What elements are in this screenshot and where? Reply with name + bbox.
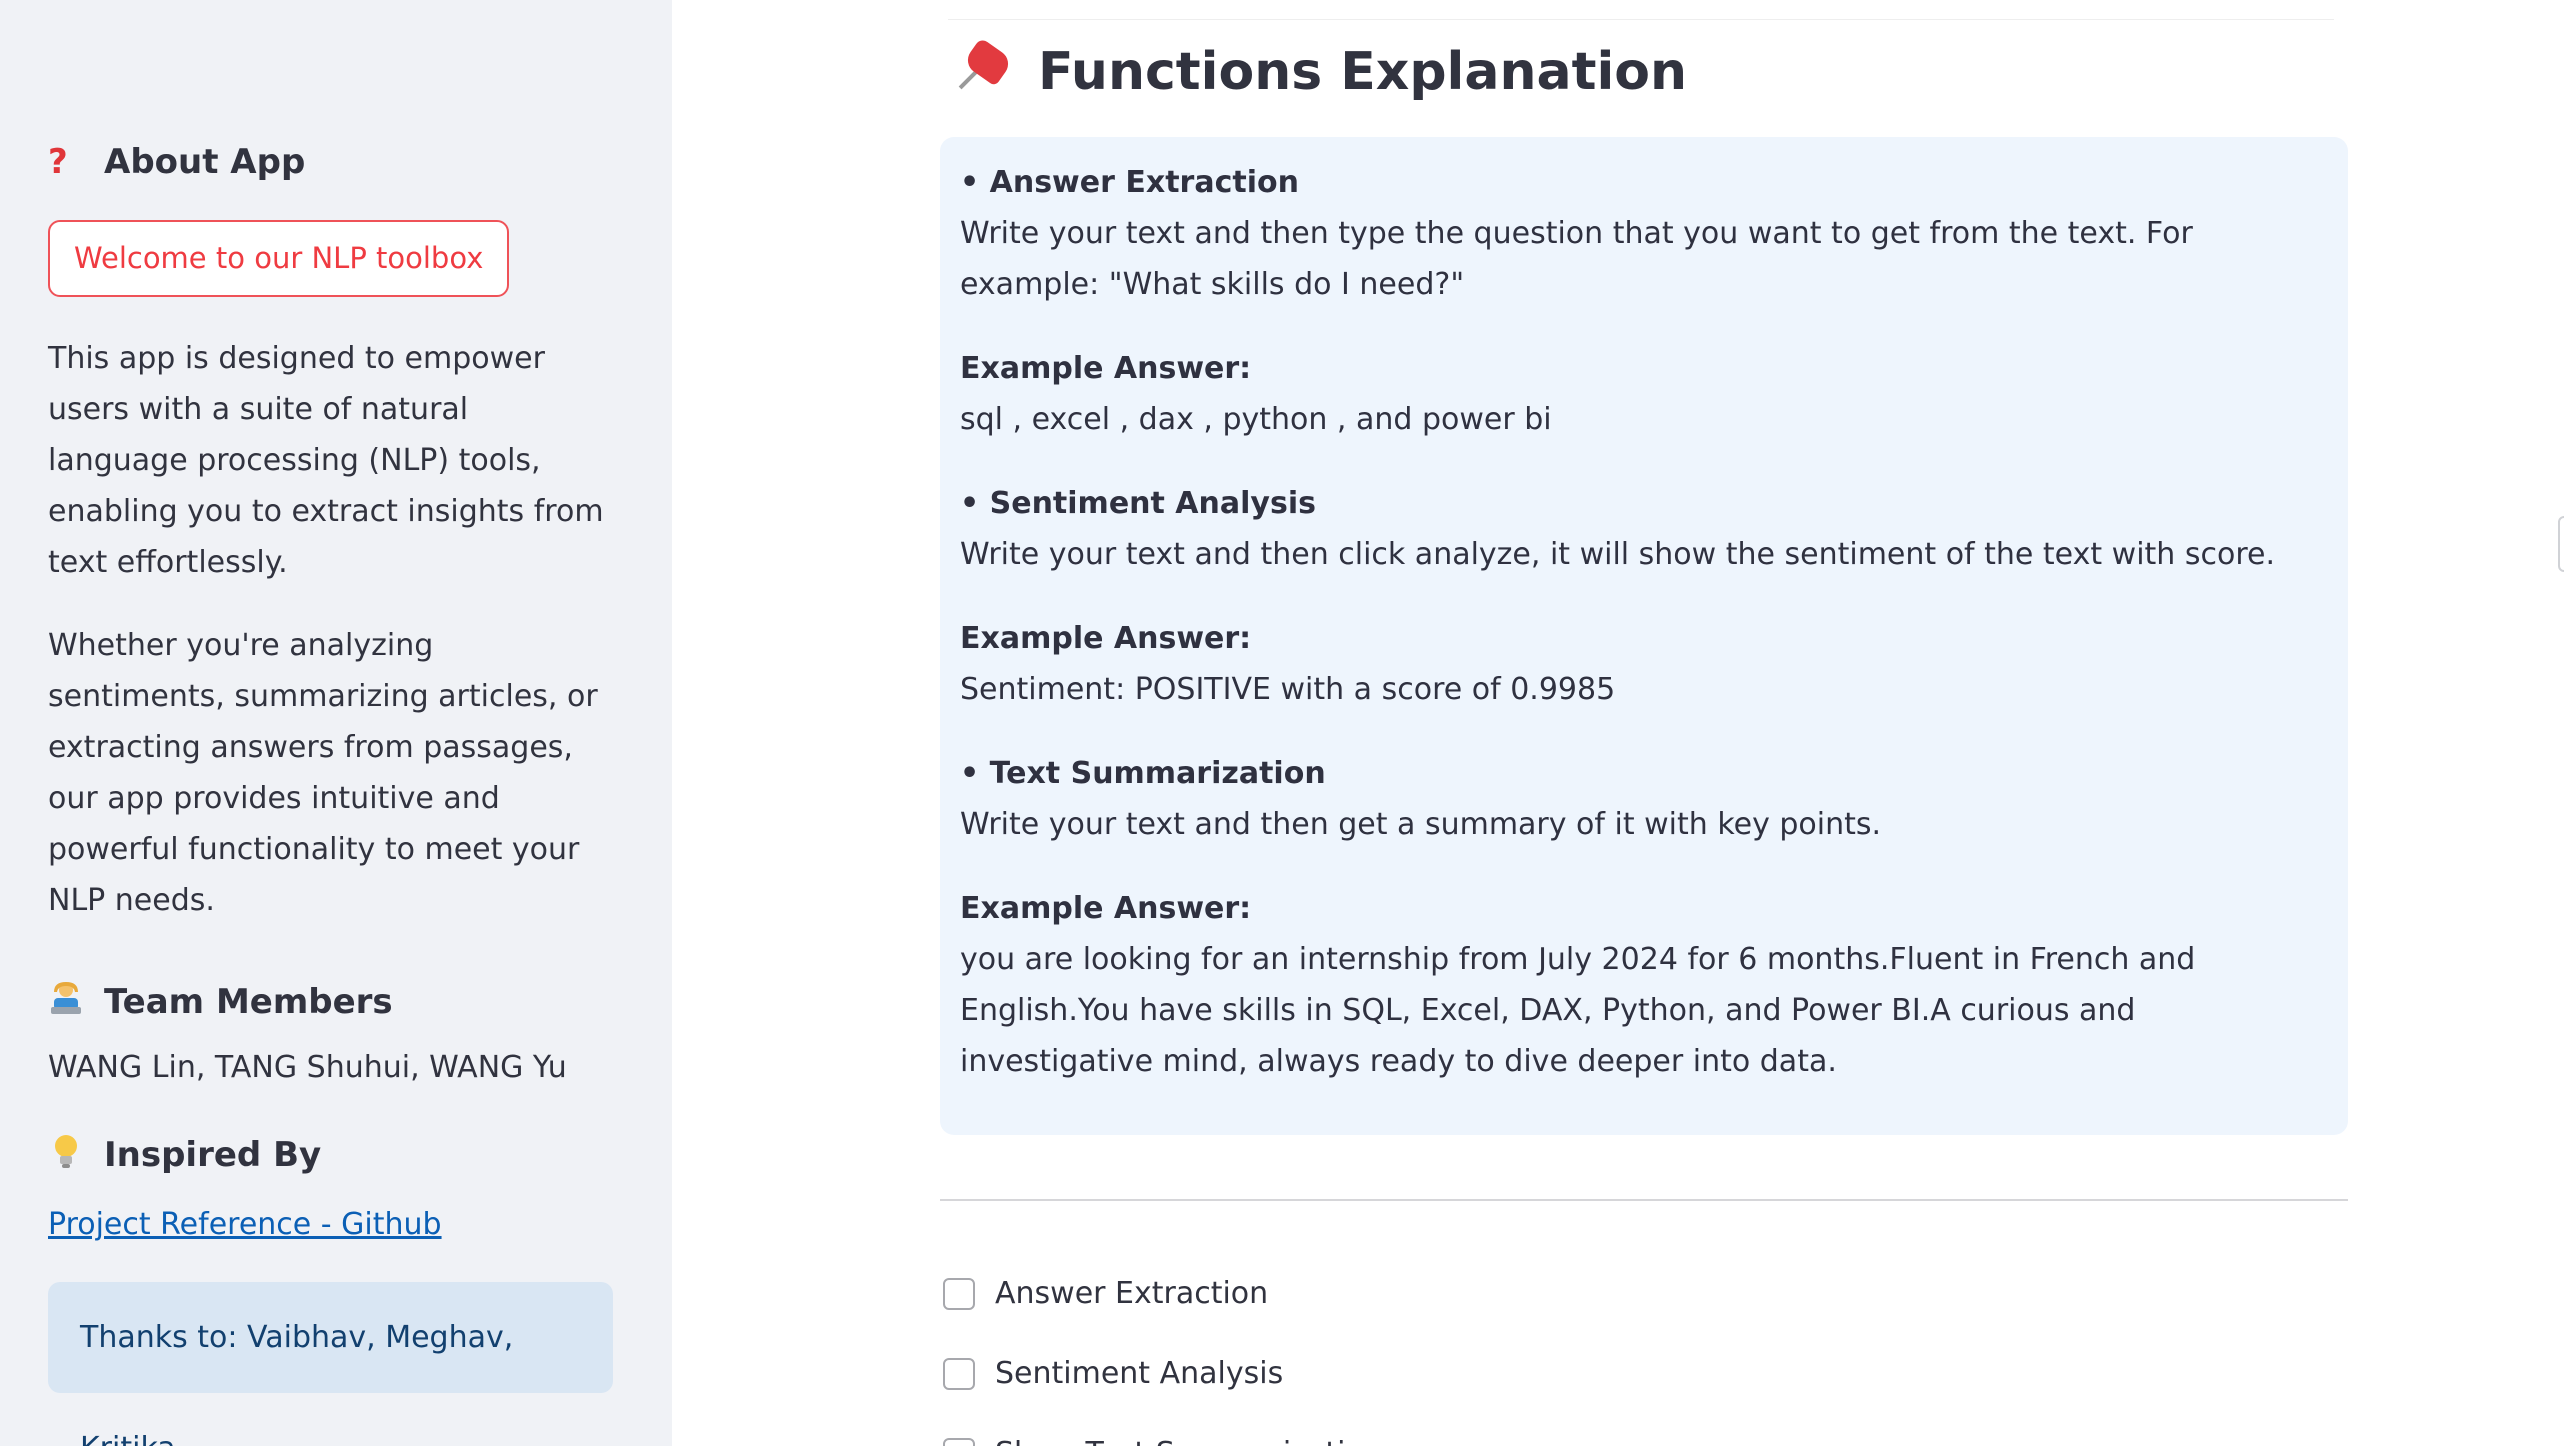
- section-description-answer-extraction: Write your text and then type the questi…: [960, 216, 2193, 302]
- example-label-answer-extraction: Example Answer:: [960, 351, 1252, 386]
- example-label-sentiment-analysis: Example Answer:: [960, 621, 1252, 656]
- about-app-heading: ? About App: [48, 138, 613, 186]
- checkbox-box[interactable]: [943, 1357, 975, 1390]
- checkbox-sentiment-analysis[interactable]: Sentiment Analysis: [943, 1356, 1283, 1391]
- example-label-text-summarization: Example Answer:: [960, 891, 1252, 926]
- light-bulb-icon: [48, 1132, 104, 1179]
- sidebar: ? About App Welcome to our NLP toolbox T…: [0, 0, 672, 1446]
- section-divider: [940, 1199, 2348, 1201]
- example-answer-extraction: sql , excel , dax , python , and power b…: [960, 402, 1552, 437]
- inspired-by-heading: Inspired By: [48, 1131, 613, 1179]
- inspired-by-heading-text: Inspired By: [104, 1135, 322, 1175]
- team-members-heading: Team Members: [48, 978, 613, 1026]
- section-description-text-summarization: Write your text and then get a summary o…: [960, 807, 1882, 842]
- top-divider: [948, 19, 2334, 20]
- about-app-heading-text: About App: [104, 142, 306, 182]
- app-description-2: Whether you're analyzing sentiments, sum…: [48, 628, 598, 918]
- thanks-info-box: Thanks to: Vaibhav, Meghav, Kritika: [48, 1282, 613, 1446]
- checkbox-answer-extraction[interactable]: Answer Extraction: [943, 1276, 1268, 1311]
- github-reference-link[interactable]: Project Reference - Github: [48, 1207, 442, 1242]
- checkbox-box[interactable]: [943, 1437, 975, 1446]
- example-text-summarization: you are looking for an internship from J…: [960, 942, 2196, 1079]
- welcome-button[interactable]: Welcome to our NLP toolbox: [48, 220, 510, 297]
- page-title-text: Functions Explanation: [1038, 42, 1688, 102]
- question-mark-icon: ?: [48, 142, 68, 182]
- section-heading-sentiment-analysis: • Sentiment Analysis: [960, 486, 1316, 521]
- section-heading-text-summarization: • Text Summarization: [960, 756, 1326, 791]
- checkbox-label: Sentiment Analysis: [995, 1356, 1284, 1391]
- team-members-heading-text: Team Members: [104, 982, 393, 1022]
- pushpin-icon: [948, 37, 1028, 104]
- section-heading-answer-extraction: • Answer Extraction: [960, 165, 1299, 200]
- team-members-list: WANG Lin, TANG Shuhui, WANG Yu: [48, 1050, 567, 1085]
- example-sentiment-analysis: Sentiment: POSITIVE with a score of 0.99…: [960, 672, 1616, 707]
- functions-info-box: • Answer Extraction Write your text and …: [940, 137, 2348, 1135]
- checkbox-label: Show Text Summarization: [995, 1436, 1383, 1446]
- person-at-laptop-icon: [48, 980, 104, 1025]
- app-description-1: This app is designed to empower users wi…: [48, 341, 604, 580]
- checkbox-text-summarization[interactable]: Show Text Summarization: [943, 1436, 1383, 1446]
- page-title: Functions Explanation: [948, 34, 1687, 110]
- checkbox-label: Answer Extraction: [995, 1276, 1269, 1311]
- sidebar-content: ? About App Welcome to our NLP toolbox T…: [48, 138, 613, 1446]
- edge-scroll-handle[interactable]: [2558, 516, 2564, 572]
- checkbox-box[interactable]: [943, 1277, 975, 1310]
- section-description-sentiment-analysis: Write your text and then click analyze, …: [960, 537, 2275, 572]
